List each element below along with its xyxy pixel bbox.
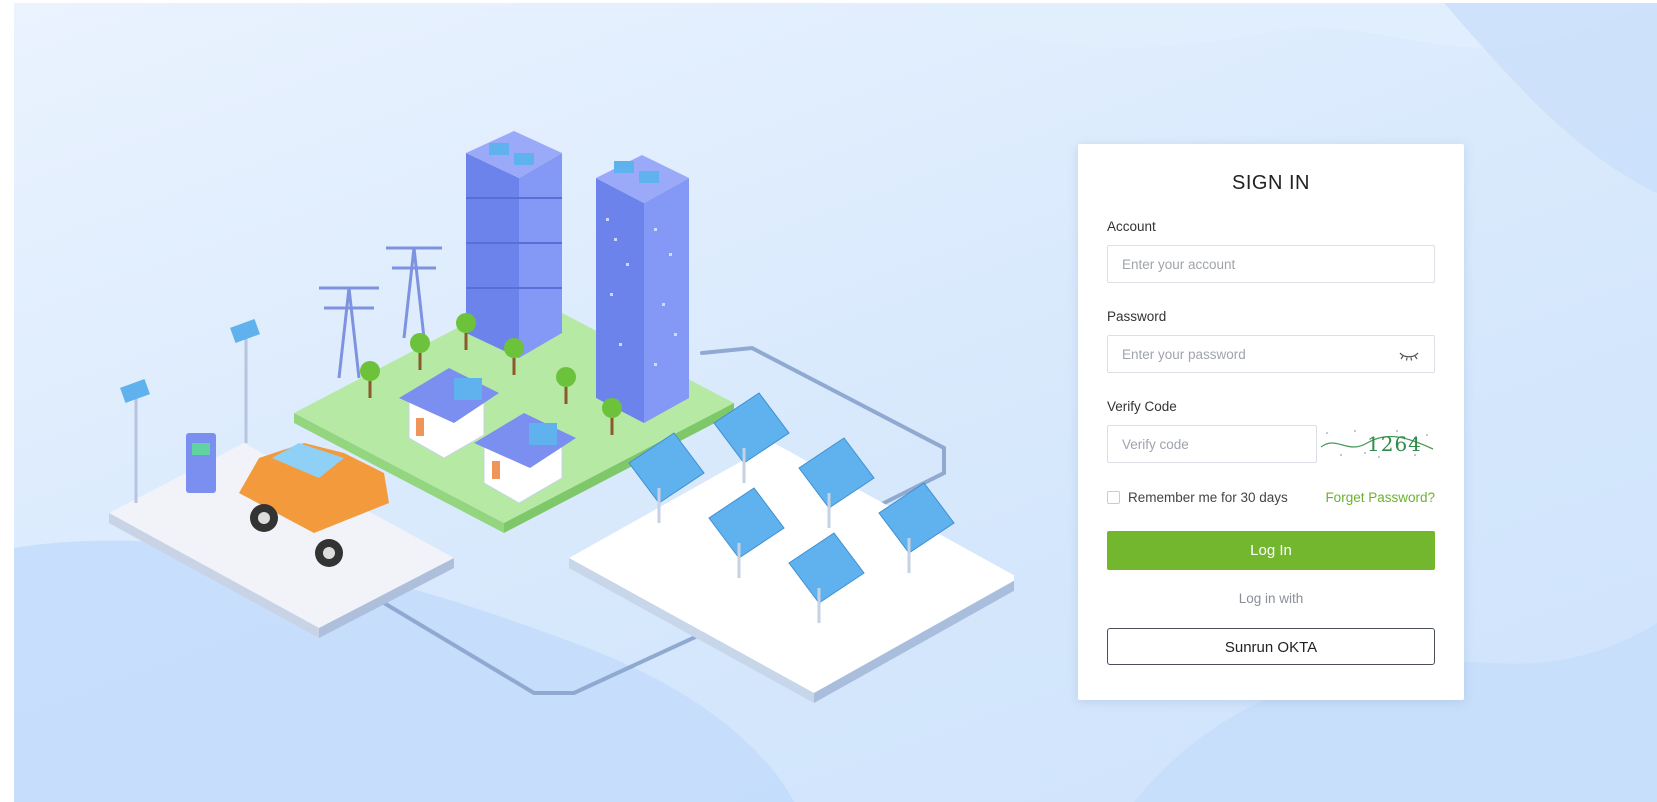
- connection-line: [382, 601, 706, 695]
- ev-charger: [186, 433, 216, 493]
- password-field: [1107, 335, 1435, 373]
- password-label: Password: [1107, 309, 1167, 324]
- captcha-text: 1264: [1367, 432, 1422, 456]
- remember-checkbox[interactable]: [1107, 491, 1120, 504]
- stacked-building: [466, 131, 562, 358]
- forgot-password-link[interactable]: Forget Password?: [1325, 490, 1435, 505]
- login-card: SIGN IN Account Password Verify Code 1: [1078, 144, 1464, 700]
- account-input[interactable]: [1108, 246, 1434, 282]
- remember-label[interactable]: Remember me for 30 days: [1128, 490, 1288, 505]
- verify-code-field: [1107, 425, 1317, 463]
- eye-closed-icon[interactable]: [1398, 348, 1420, 362]
- password-input[interactable]: [1108, 336, 1434, 372]
- tower-building: [596, 155, 689, 423]
- solar-city-illustration: [109, 131, 1014, 703]
- captcha-image[interactable]: 1264: [1317, 425, 1435, 463]
- verify-code-label: Verify Code: [1107, 399, 1177, 414]
- sso-okta-button[interactable]: Sunrun OKTA: [1107, 628, 1435, 665]
- verify-code-row: 1264: [1107, 425, 1435, 463]
- verify-code-input[interactable]: [1108, 426, 1316, 462]
- login-with-text: Log in with: [1238, 591, 1304, 606]
- login-button[interactable]: Log In: [1107, 531, 1435, 570]
- account-field: [1107, 245, 1435, 283]
- login-title: SIGN IN: [1232, 172, 1310, 194]
- login-options-row: Remember me for 30 days Forget Password?: [1107, 490, 1435, 508]
- account-label: Account: [1107, 219, 1156, 234]
